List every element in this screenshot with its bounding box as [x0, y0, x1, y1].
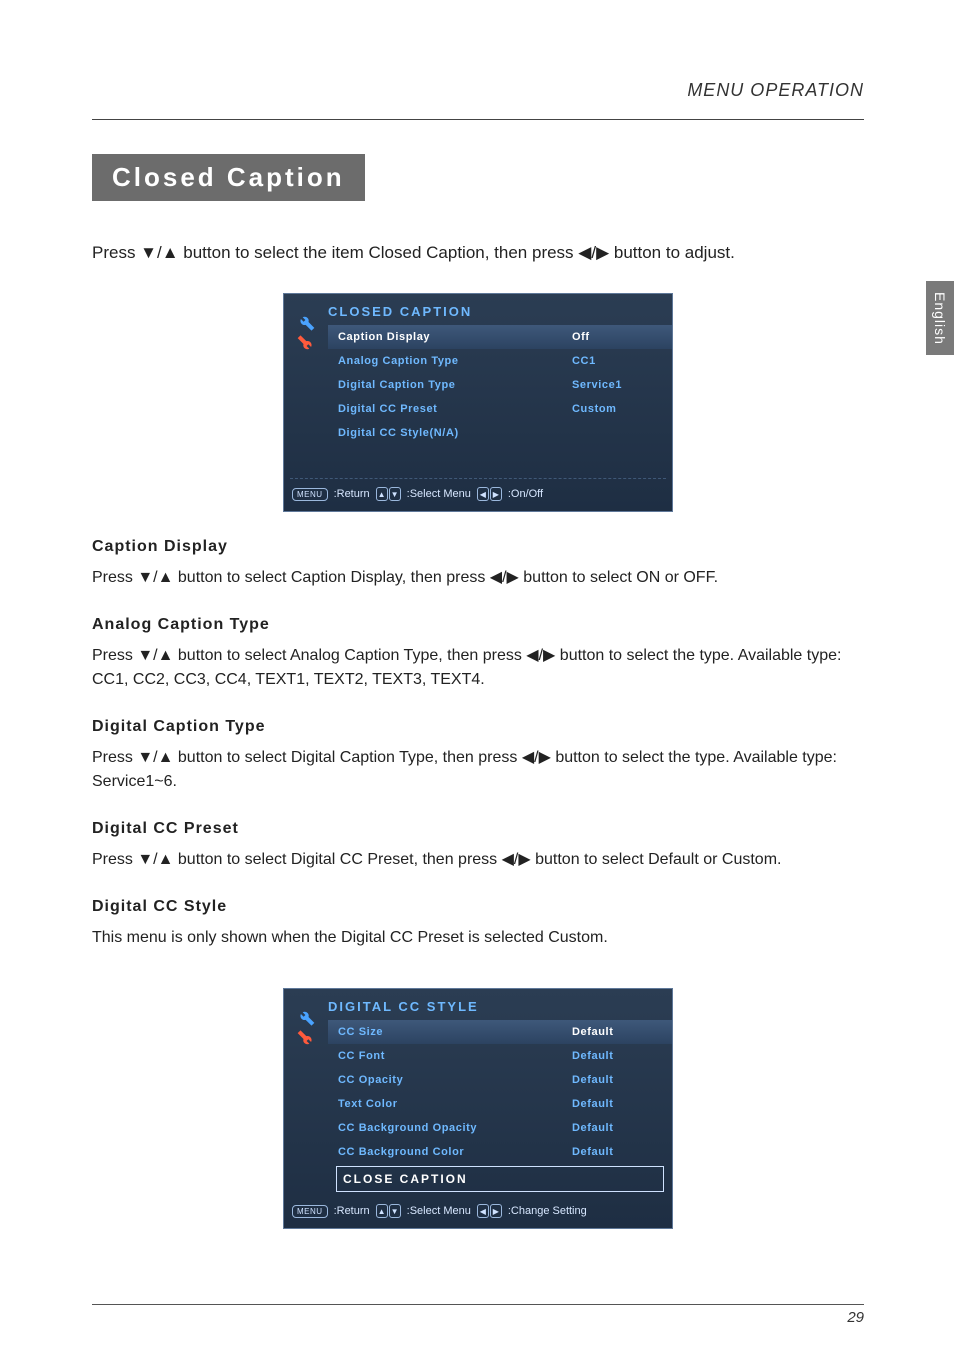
osd1-footer: MENU :Return ▲▼ :Select Menu ◀▶ :On/Off [284, 479, 672, 511]
intro-text: Press ▼/▲ button to select the item Clos… [92, 243, 864, 263]
osd-closed-caption: CLOSED CAPTION Caption Display Off Analo… [283, 293, 673, 512]
osd2-close-label: CLOSE CAPTION [343, 1172, 657, 1186]
osd2-row[interactable]: Text Color Default [328, 1092, 672, 1116]
osd1-footer-select: :Select Menu [407, 488, 471, 500]
osd1-title: CLOSED CAPTION [328, 294, 672, 325]
osd2-row-value: Default [572, 1146, 662, 1158]
osd2-row[interactable]: CC Opacity Default [328, 1068, 672, 1092]
osd1-row-label: Digital Caption Type [338, 379, 572, 391]
osd1-row-value: Off [572, 331, 662, 343]
osd1-row-label: Analog Caption Type [338, 355, 572, 367]
osd-digital-cc-style: DIGITAL CC STYLE CC Size Default CC Font… [283, 988, 673, 1229]
section-head: Caption Display [92, 538, 864, 556]
tools-icon [284, 294, 328, 366]
osd2-footer-change: :Change Setting [508, 1205, 587, 1217]
page-title: Closed Caption [92, 154, 365, 201]
osd2-title: DIGITAL CC STYLE [328, 989, 672, 1020]
menu-key-icon: MENU [292, 1205, 328, 1218]
tools-icon [284, 989, 328, 1061]
osd2-row-value: Default [572, 1050, 662, 1062]
osd2-row-value: Default [572, 1098, 662, 1110]
osd1-row-value: Service1 [572, 379, 662, 391]
language-tab: English [926, 281, 954, 355]
section-head: Digital CC Style [92, 898, 864, 916]
osd1-row[interactable]: Caption Display Off [328, 325, 672, 349]
section-head: Digital Caption Type [92, 718, 864, 736]
osd2-row-value: Default [572, 1122, 662, 1134]
osd1-row[interactable]: Digital Caption Type Service1 [328, 373, 672, 397]
osd2-row-label: CC Font [338, 1050, 572, 1062]
osd2-row[interactable]: CC Background Opacity Default [328, 1116, 672, 1140]
osd1-row-value: Custom [572, 403, 662, 415]
osd2-row-label: CC Background Opacity [338, 1122, 572, 1134]
osd1-footer-onoff: :On/Off [508, 488, 543, 500]
updown-key-icon: ▲▼ [376, 487, 401, 501]
osd1-row-value: CC1 [572, 355, 662, 367]
osd2-footer: MENU :Return ▲▼ :Select Menu ◀▶ :Change … [284, 1196, 672, 1228]
section-body: Press ▼/▲ button to select Analog Captio… [92, 644, 864, 692]
osd2-row-label: Text Color [338, 1098, 572, 1110]
osd1-row-label: Digital CC Preset [338, 403, 572, 415]
osd2-row[interactable]: CC Background Color Default [328, 1140, 672, 1164]
osd2-footer-return: :Return [334, 1205, 370, 1217]
osd2-close-row[interactable]: CLOSE CAPTION [336, 1166, 664, 1192]
leftright-key-icon: ◀▶ [477, 487, 502, 501]
header-rule [92, 119, 864, 120]
leftright-key-icon: ◀▶ [477, 1204, 502, 1218]
osd-divider [290, 445, 666, 479]
osd2-row-label: CC Background Color [338, 1146, 572, 1158]
osd1-row-label: Caption Display [338, 331, 572, 343]
osd1-row[interactable]: Digital CC Preset Custom [328, 397, 672, 421]
osd1-row[interactable]: Digital CC Style(N/A) [328, 421, 672, 445]
updown-key-icon: ▲▼ [376, 1204, 401, 1218]
section-body: Press ▼/▲ button to select Digital CC Pr… [92, 848, 864, 872]
osd2-row-value: Default [572, 1026, 662, 1038]
osd2-row[interactable]: CC Font Default [328, 1044, 672, 1068]
section-body: Press ▼/▲ button to select Digital Capti… [92, 746, 864, 794]
osd2-row-label: CC Size [338, 1026, 572, 1038]
section-body: This menu is only shown when the Digital… [92, 926, 864, 950]
menu-key-icon: MENU [292, 488, 328, 501]
section-head: Analog Caption Type [92, 616, 864, 634]
osd1-row-label: Digital CC Style(N/A) [338, 427, 572, 439]
section-head: Digital CC Preset [92, 820, 864, 838]
page-number: 29 [92, 1304, 864, 1326]
osd2-row-label: CC Opacity [338, 1074, 572, 1086]
osd2-footer-select: :Select Menu [407, 1205, 471, 1217]
osd1-footer-return: :Return [334, 488, 370, 500]
section-body: Press ▼/▲ button to select Caption Displ… [92, 566, 864, 590]
osd2-row[interactable]: CC Size Default [328, 1020, 672, 1044]
page-header: MENU OPERATION [92, 80, 864, 101]
osd1-row[interactable]: Analog Caption Type CC1 [328, 349, 672, 373]
osd2-row-value: Default [572, 1074, 662, 1086]
